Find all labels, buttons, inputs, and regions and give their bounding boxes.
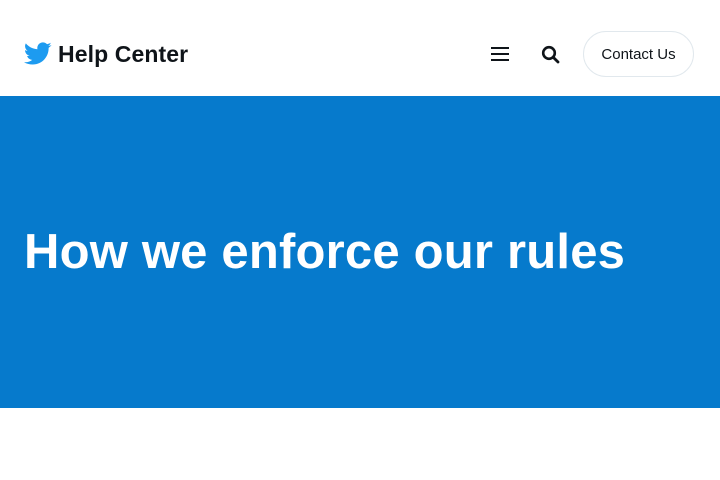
content-area <box>0 408 720 480</box>
contact-us-button[interactable]: Contact Us <box>583 31 694 77</box>
site-header: Help Center Contact Us <box>0 0 720 96</box>
hamburger-menu-icon <box>490 46 510 62</box>
help-center-page: Help Center Contact Us How we enforce ou… <box>0 0 720 480</box>
menu-button[interactable] <box>486 40 514 68</box>
twitter-bird-icon <box>24 42 52 66</box>
page-title: How we enforce our rules <box>24 225 626 279</box>
help-center-home-link[interactable]: Help Center <box>24 38 188 70</box>
hero-banner: How we enforce our rules <box>0 96 720 408</box>
help-center-title: Help Center <box>58 40 189 67</box>
search-button[interactable] <box>536 40 564 68</box>
search-icon <box>541 45 560 64</box>
